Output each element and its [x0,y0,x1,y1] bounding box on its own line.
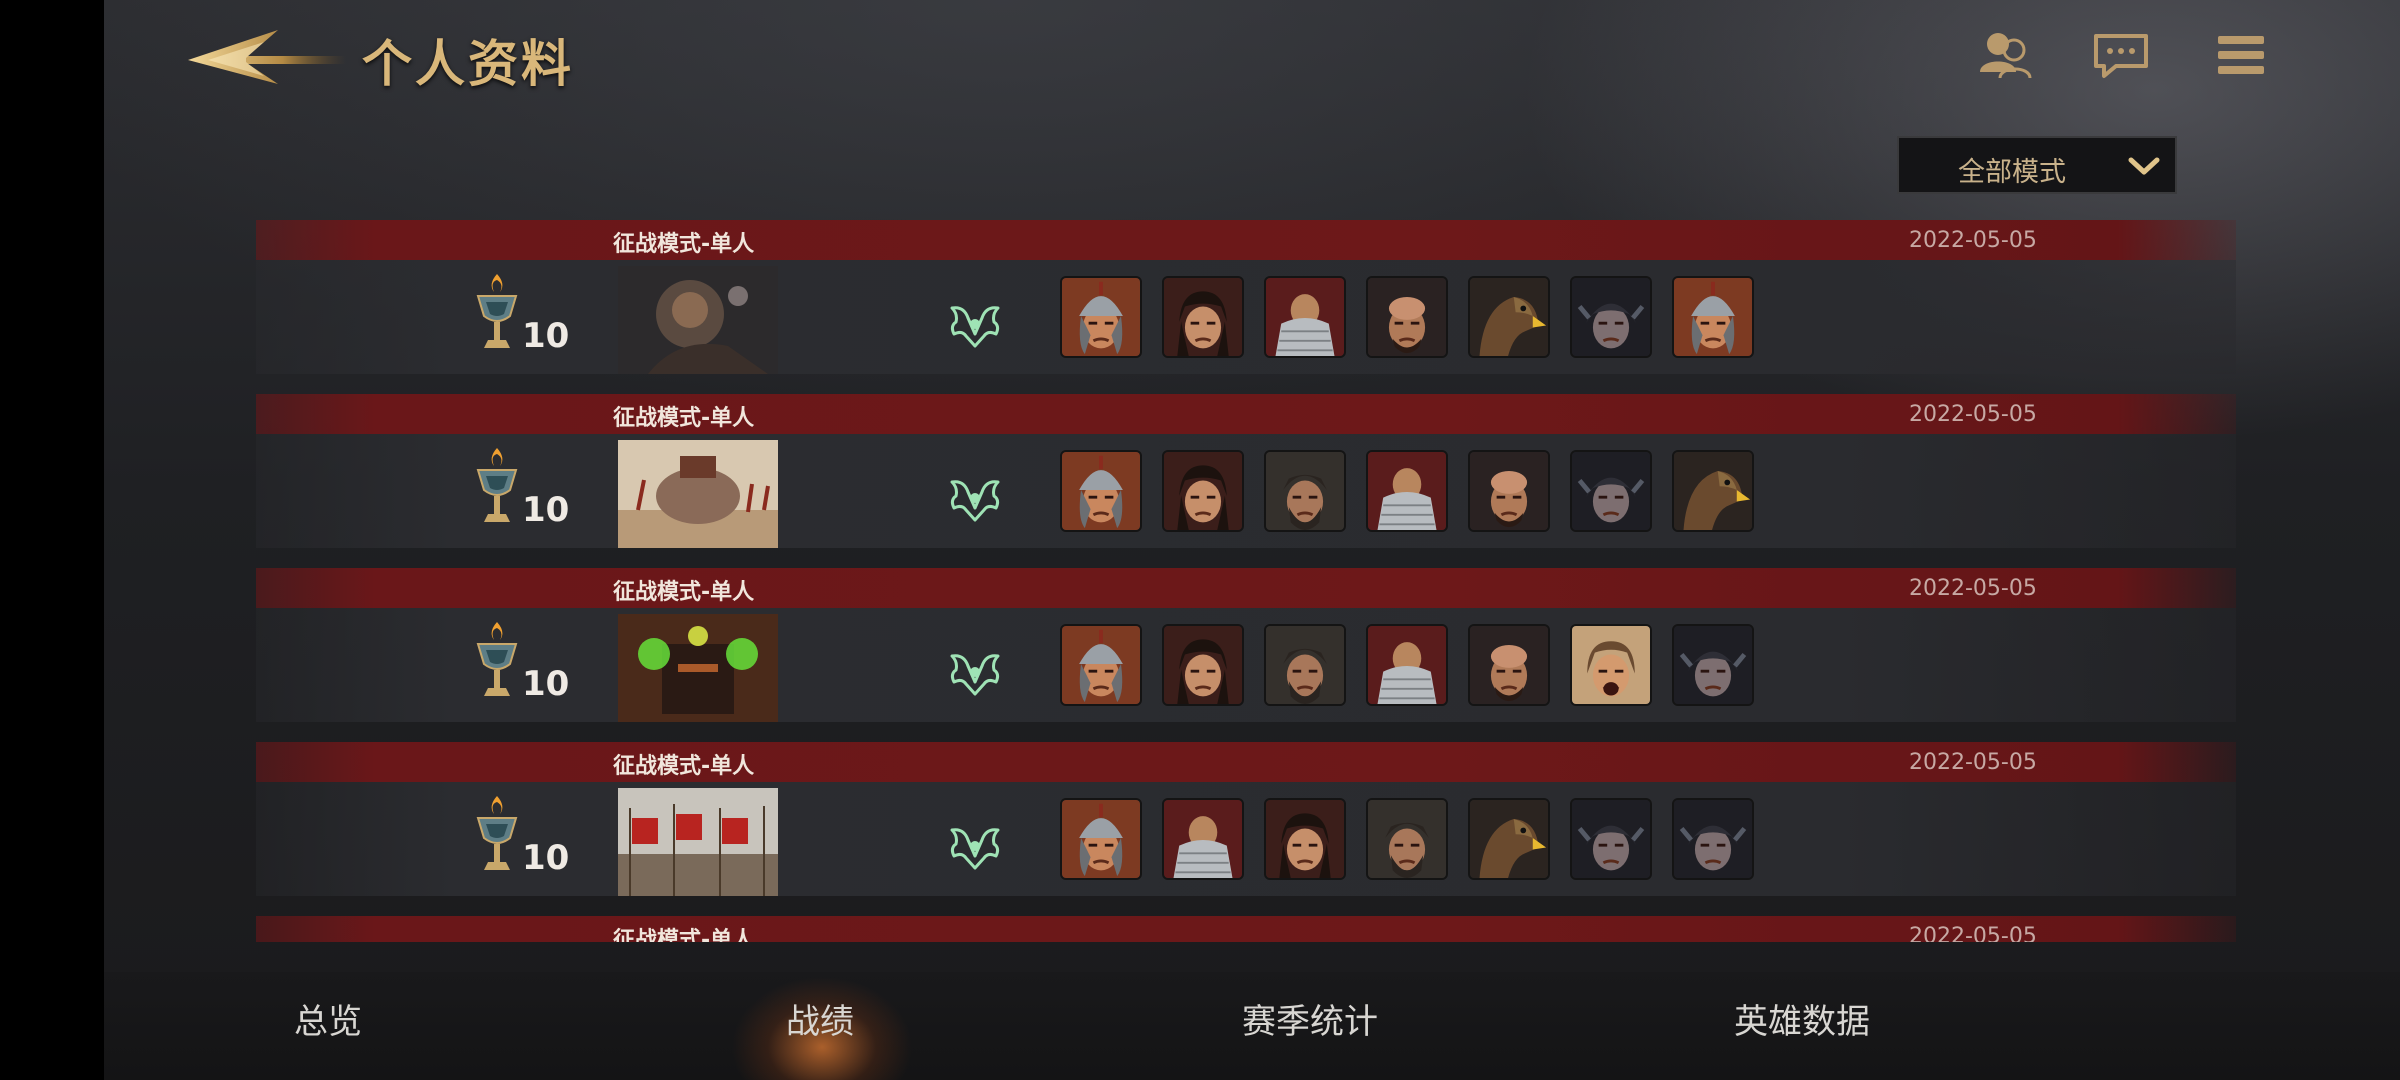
hero-portrait-armored-bald[interactable] [1366,450,1448,532]
hero-portrait-dark-helmet[interactable] [1570,276,1652,358]
trophy-icon [472,620,522,704]
hero-portrait-dark-hair[interactable] [1162,276,1244,358]
map-thumbnail[interactable] [618,788,778,896]
tab-records[interactable]: 战绩 [786,994,854,1043]
hero-portrait-armored-bald[interactable] [1264,276,1346,358]
page-title: 个人资料 [362,34,574,93]
record-mode-label: 征战模式-单人 [613,754,755,779]
hero-portrait-helmet-warrior[interactable] [1060,798,1142,880]
trophy-icon [472,794,522,878]
hero-portrait-bearded[interactable] [1264,450,1346,532]
hero-portrait-bearded[interactable] [1366,798,1448,880]
hero-portrait-armored-bald[interactable] [1366,624,1448,706]
record-score: 10 [522,316,570,356]
hero-portrait-dark-helmet[interactable] [1570,798,1652,880]
mode-filter-dropdown[interactable]: 全部模式 [1897,136,2177,194]
hero-portrait-bearded[interactable] [1264,624,1346,706]
hero-portrait-dark-helmet[interactable] [1672,624,1754,706]
hero-portrait-bald-warrior[interactable] [1468,624,1550,706]
record-score: 10 [522,664,570,704]
hero-portrait-helmet-warrior[interactable] [1060,450,1142,532]
record-mode-label: 征战模式-单人 [613,406,755,431]
app-window: 个人资料 全部模式 征战模式-单人 2022-05-05 10 征战模式-单人 … [104,0,2400,1080]
hero-portrait-dark-hair[interactable] [1264,798,1346,880]
record-date: 2022-05-05 [1909,402,2037,427]
back-arrow-icon[interactable] [186,26,346,86]
hero-portrait-armored-bald[interactable] [1162,798,1244,880]
faction-emblem-icon [946,474,1004,522]
match-record-row[interactable]: 征战模式-单人 2022-05-05 10 [104,568,2400,742]
faction-emblem-icon [946,648,1004,696]
faction-emblem-icon [946,822,1004,870]
record-score: 10 [522,490,570,530]
hero-portrait-bald-warrior[interactable] [1366,276,1448,358]
record-mode-label: 征战模式-单人 [613,232,755,257]
chevron-down-icon [2128,157,2160,175]
hero-portrait-dark-hair[interactable] [1162,450,1244,532]
trophy-icon [472,272,522,356]
hero-portrait-eagle[interactable] [1468,798,1550,880]
faction-emblem-icon [946,300,1004,348]
map-thumbnail[interactable] [618,614,778,722]
menu-icon[interactable] [2210,26,2272,84]
hero-portrait-helmet-warrior[interactable] [1060,276,1142,358]
record-date: 2022-05-05 [1909,924,2037,942]
hero-portrait-eagle[interactable] [1468,276,1550,358]
match-record-row[interactable]: 征战模式-单人 2022-05-05 [104,916,2400,942]
record-date: 2022-05-05 [1909,576,2037,601]
mode-filter-value: 全部模式 [1958,157,2066,188]
trophy-icon [472,446,522,530]
hero-portrait-helmet-warrior[interactable] [1672,276,1754,358]
tab-hero-data[interactable]: 英雄数据 [1734,994,1870,1043]
hero-portrait-dark-hair[interactable] [1162,624,1244,706]
friends-icon[interactable] [1974,26,2036,84]
hero-portrait-screaming[interactable] [1570,624,1652,706]
match-history-list[interactable]: 征战模式-单人 2022-05-05 10 征战模式-单人 2022-05-05… [104,220,2400,942]
map-thumbnail[interactable] [618,440,778,548]
hero-portrait-bald-warrior[interactable] [1468,450,1550,532]
record-mode-label: 征战模式-单人 [613,580,755,605]
tab-overview[interactable]: 总览 [294,994,362,1043]
hero-portrait-eagle[interactable] [1672,450,1754,532]
hero-portrait-dark-helmet[interactable] [1570,450,1652,532]
match-record-row[interactable]: 征战模式-单人 2022-05-05 10 [104,220,2400,394]
hero-portrait-helmet-warrior[interactable] [1060,624,1142,706]
hero-portrait-dark-helmet[interactable] [1672,798,1754,880]
record-date: 2022-05-05 [1909,228,2037,253]
record-score: 10 [522,838,570,878]
tab-season-stats[interactable]: 赛季统计 [1242,994,1378,1043]
map-thumbnail[interactable] [618,266,778,374]
chat-icon[interactable] [2090,26,2152,84]
match-record-row[interactable]: 征战模式-单人 2022-05-05 10 [104,742,2400,916]
record-mode-label: 征战模式-单人 [613,928,755,942]
bottom-tab-bar: 总览 战绩 赛季统计 英雄数据 [104,972,2400,1080]
record-date: 2022-05-05 [1909,750,2037,775]
match-record-row[interactable]: 征战模式-单人 2022-05-05 10 [104,394,2400,568]
